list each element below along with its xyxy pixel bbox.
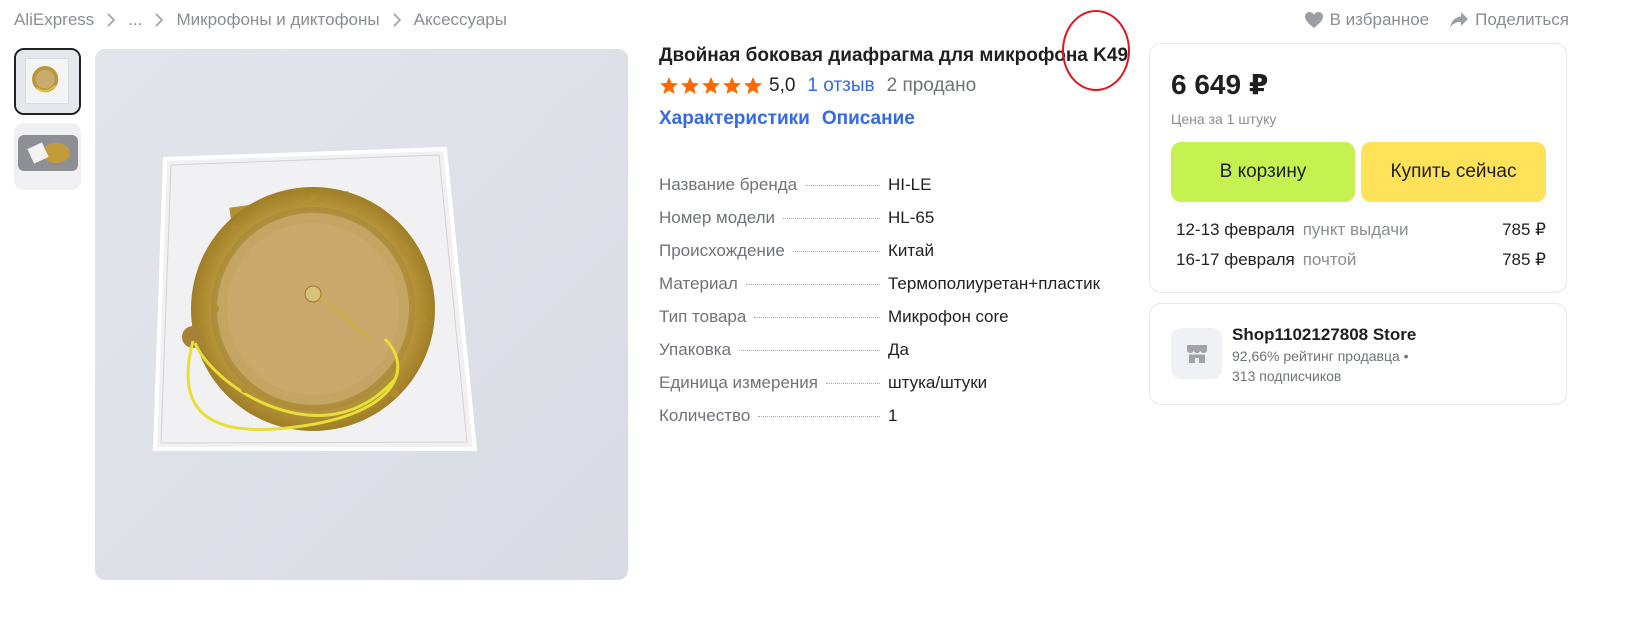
add-to-favorites-button[interactable]: В избранное — [1304, 10, 1430, 30]
price: 6 649 ₽ — [1171, 69, 1269, 100]
spec-leader — [792, 251, 880, 252]
delivery-date: 12-13 февраля — [1176, 220, 1295, 239]
rating-row: 5,0 1 отзыв 2 продано — [659, 72, 1129, 100]
sold-count: 2 продано — [886, 75, 977, 96]
spec-row: Происхождение Китай — [659, 241, 1129, 274]
spec-value: 1 — [888, 406, 898, 425]
breadcrumb: AliExpress ... Микрофоны и диктофоны Акс… — [14, 8, 507, 32]
spec-value: HL-65 — [888, 208, 935, 227]
spec-value: Да — [888, 340, 909, 359]
spec-row: Упаковка Да — [659, 340, 1129, 373]
store-subscribers: 313 подписчиков — [1232, 368, 1342, 384]
store-card[interactable]: Shop1102127808 Store 92,66% рейтинг прод… — [1149, 303, 1567, 405]
specs-list: Название бренда HI-LE Номер модели HL-65… — [659, 175, 1129, 439]
product-info: Двойная боковая диафрагма для микрофона … — [659, 44, 1129, 439]
star-icon — [681, 77, 699, 94]
spec-leader — [783, 218, 881, 219]
thumbnail-2[interactable] — [14, 123, 81, 190]
spec-value: Китай — [888, 241, 934, 260]
chevron-right-icon — [106, 13, 116, 27]
spec-name: Материал — [659, 274, 738, 293]
add-to-cart-button[interactable]: В корзину — [1171, 142, 1355, 202]
delivery-option: 16-17 февраля почтой 785 ₽ — [1176, 250, 1546, 270]
store-rating: 92,66% рейтинг продавца • — [1232, 348, 1409, 364]
spec-leader — [826, 383, 880, 384]
spec-leader — [754, 317, 881, 318]
product-photo — [95, 49, 628, 580]
delivery-method: почтой — [1302, 250, 1357, 269]
share-icon — [1450, 12, 1469, 28]
store-rating-separator: • — [1403, 348, 1409, 364]
spec-leader — [805, 185, 881, 186]
thumbnail-1[interactable] — [14, 48, 81, 115]
spec-name: Тип товара — [659, 307, 747, 326]
breadcrumb-item-microphones[interactable]: Микрофоны и диктофоны — [176, 10, 379, 30]
spec-value: Микрофон core — [888, 307, 1009, 326]
star-icon — [702, 77, 720, 94]
chevron-right-icon — [392, 13, 402, 27]
spec-name: Количество — [659, 406, 751, 425]
star-icon — [660, 77, 678, 94]
spec-name: Происхождение — [659, 241, 785, 260]
product-title: Двойная боковая диафрагма для микрофона … — [659, 45, 1129, 66]
tab-description[interactable]: Описание — [822, 108, 915, 130]
buy-box: 6 649 ₽ Цена за 1 штуку В корзину Купить… — [1149, 43, 1567, 293]
spec-name: Номер модели — [659, 208, 776, 227]
star-icon — [744, 77, 762, 94]
rating-stars — [659, 76, 763, 96]
store-rating-text: 92,66% рейтинг продавца — [1232, 348, 1400, 364]
product-thumbnail-image — [16, 50, 79, 113]
delivery-cost: 785 ₽ — [1502, 220, 1546, 239]
spec-value: HI-LE — [888, 175, 932, 194]
spec-row: Количество 1 — [659, 406, 1129, 439]
spec-value: Термополиуретан+пластик — [888, 274, 1101, 293]
star-icon — [723, 77, 741, 94]
heart-icon — [1304, 12, 1323, 28]
breadcrumb-item-aliexpress[interactable]: AliExpress — [14, 10, 94, 30]
chevron-right-icon — [154, 13, 164, 27]
breadcrumb-item-accessories[interactable]: Аксессуары — [414, 10, 507, 30]
spec-leader — [745, 284, 880, 285]
spec-row: Единица измерения штука/штуки — [659, 373, 1129, 406]
thumbnail-list — [14, 48, 84, 198]
store-name[interactable]: Shop1102127808 Store — [1232, 325, 1416, 345]
favorites-label: В избранное — [1329, 10, 1430, 29]
share-button[interactable]: Поделиться — [1449, 10, 1569, 30]
breadcrumb-item-ellipsis[interactable]: ... — [128, 10, 142, 30]
delivery-cost: 785 ₽ — [1502, 250, 1546, 269]
spec-row: Номер модели HL-65 — [659, 208, 1129, 241]
spec-row: Тип товара Микрофон core — [659, 307, 1129, 340]
header-actions: В избранное Поделиться — [1304, 8, 1569, 32]
delivery-date: 16-17 февраля — [1176, 250, 1295, 269]
delivery-method: пункт выдачи — [1302, 220, 1409, 239]
buy-now-button[interactable]: Купить сейчас — [1361, 142, 1546, 202]
product-tabs: Характеристики Описание — [659, 104, 1129, 134]
price-note: Цена за 1 штуку — [1171, 111, 1277, 127]
tab-characteristics[interactable]: Характеристики — [659, 108, 810, 130]
spec-leader — [758, 416, 881, 417]
delivery-option: 12-13 февраля пункт выдачи 785 ₽ — [1176, 220, 1546, 240]
spec-name: Упаковка — [659, 340, 732, 359]
spec-row: Название бренда HI-LE — [659, 175, 1129, 208]
reviews-link[interactable]: 1 отзыв — [807, 75, 874, 97]
spec-name: Единица измерения — [659, 373, 818, 392]
store-icon — [1171, 328, 1222, 379]
spec-leader — [739, 350, 881, 351]
product-thumbnail-image — [14, 123, 81, 190]
rating-value: 5,0 — [769, 75, 796, 96]
product-main-image[interactable] — [95, 49, 628, 580]
share-label: Поделиться — [1475, 10, 1569, 29]
spec-name: Название бренда — [659, 175, 798, 194]
spec-value: штука/штуки — [888, 373, 988, 392]
spec-row: Материал Термополиуретан+пластик — [659, 274, 1129, 307]
